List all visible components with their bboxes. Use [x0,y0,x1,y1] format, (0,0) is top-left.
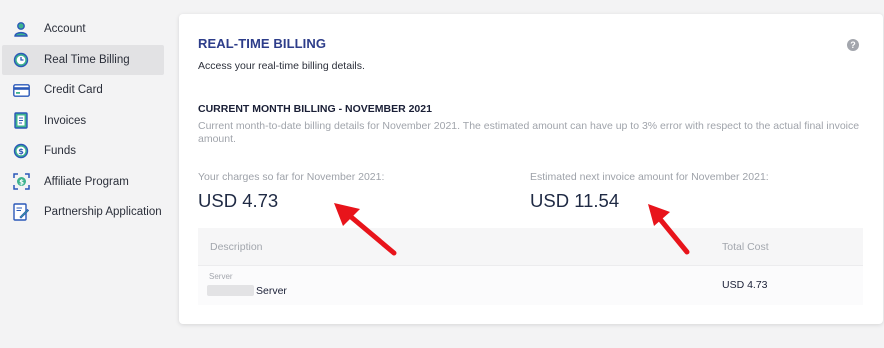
column-header-total-cost: Total Cost [722,241,769,253]
estimate-label: Estimated next invoice amount for Novemb… [530,171,769,183]
section-title: CURRENT MONTH BILLING - NOVEMBER 2021 [198,103,432,115]
sidebar-item-funds[interactable]: $ Funds [0,136,166,167]
column-header-description: Description [210,241,263,253]
sidebar-item-label: Invoices [44,114,87,127]
sidebar-item-label: Funds [44,145,76,158]
billing-table: Description Total Cost Server Server USD… [198,228,863,305]
sidebar-item-label: Partnership Application [44,206,162,219]
sidebar-item-invoices[interactable]: Invoices [0,106,166,137]
user-icon [11,19,31,39]
table-row: Server Server USD 4.73 [198,265,863,305]
row-type: Server [209,272,233,281]
sidebar: Account Real Time Billing Credit Card In… [0,14,166,228]
invoice-icon [11,111,31,131]
clock-icon [11,50,31,70]
page-title: REAL-TIME BILLING [198,36,327,51]
svg-text:$: $ [19,179,24,187]
row-cost: USD 4.73 [722,279,768,291]
row-name: Server [256,285,287,297]
partnership-icon [11,202,31,222]
dollar-icon: $ [11,141,31,161]
estimate-value: USD 11.54 [530,190,620,211]
page-subtitle: Access your real-time billing details. [198,60,365,72]
annotation-arrow-icon [648,204,690,255]
sidebar-item-label: Affiliate Program [44,175,129,188]
affiliate-icon: $ [11,172,31,192]
table-header: Description Total Cost [198,228,863,265]
annotation-arrow-icon [334,203,397,256]
redacted-text [207,285,254,296]
sidebar-item-label: Credit Card [44,84,103,97]
credit-card-icon [11,80,31,100]
section-description: Current month-to-date billing details fo… [198,120,860,145]
help-icon[interactable]: ? [847,39,859,51]
sidebar-item-account[interactable]: Account [0,14,166,45]
sidebar-item-label: Account [44,23,86,36]
charges-label: Your charges so far for November 2021: [198,171,385,183]
sidebar-item-label: Real Time Billing [44,53,130,66]
sidebar-item-credit-card[interactable]: Credit Card [0,75,166,106]
charges-value: USD 4.73 [198,190,279,211]
billing-card: REAL-TIME BILLING Access your real-time … [179,14,883,324]
sidebar-item-partnership-application[interactable]: Partnership Application [0,197,166,228]
sidebar-item-real-time-billing[interactable]: Real Time Billing [2,44,164,75]
svg-text:$: $ [18,147,24,156]
sidebar-item-affiliate-program[interactable]: $ Affiliate Program [0,167,166,198]
